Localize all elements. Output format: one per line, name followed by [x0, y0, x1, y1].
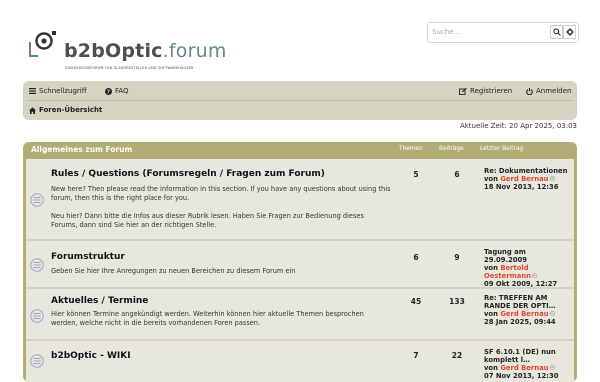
- forum-topics: 6: [413, 253, 419, 262]
- login-link[interactable]: Anmelden: [526, 85, 571, 97]
- last-post: Re: TREFFEN AM RANDE DER OPTI… von Gerd …: [484, 294, 570, 326]
- forum-row: Aktuelles / Termine Hier können Termine …: [26, 289, 574, 339]
- forum-posts: 22: [451, 351, 463, 360]
- navbar: Schnellzugriff ? FAQ Registrieren Anmeld…: [23, 81, 577, 120]
- last-post-title-line2[interactable]: komplett l…: [484, 356, 570, 364]
- menu-icon: [29, 88, 36, 94]
- breadcrumb[interactable]: Foren-Übersicht: [29, 104, 102, 116]
- forum-description: New here? Then please read the informati…: [51, 185, 391, 229]
- external-link-icon[interactable]: [549, 310, 555, 318]
- last-post-by: von: [484, 310, 498, 318]
- advanced-search-button[interactable]: [563, 25, 576, 39]
- last-post: SF 6.10.1 (DE) nun komplett l… von Gerd …: [484, 348, 570, 380]
- external-link-icon[interactable]: [549, 364, 555, 372]
- external-link-icon[interactable]: [531, 272, 538, 280]
- search-input[interactable]: [430, 25, 546, 39]
- last-post-author[interactable]: Gerd Bernau: [500, 175, 548, 183]
- forum-posts: 9: [454, 253, 460, 262]
- forum-title[interactable]: Aktuelles / Termine: [51, 296, 148, 306]
- quicklinks-label: Schnellzugriff: [39, 87, 87, 95]
- forum-title[interactable]: Forumstruktur: [51, 252, 125, 262]
- forum-topics: 7: [413, 351, 419, 360]
- last-post-title[interactable]: Re: TREFFEN AM: [484, 294, 570, 302]
- forum-title[interactable]: Rules / Questions (Forumsregeln / Fragen…: [51, 169, 325, 179]
- question-icon: ?: [105, 87, 112, 95]
- last-post: Tagung am 29.09.2009 von Bertold Oesterm…: [484, 248, 570, 288]
- col-topics: Themen: [399, 146, 423, 152]
- forum-topics: 5: [413, 170, 419, 179]
- faq-label: FAQ: [115, 87, 129, 95]
- login-label: Anmelden: [536, 87, 572, 95]
- quicklinks-menu[interactable]: Schnellzugriff: [29, 85, 87, 97]
- forum-row: b2bOptic - WIKI 7 22 SF 6.10.1 (DE) nun …: [26, 341, 574, 382]
- logo-brand: b2bOptic: [64, 40, 163, 62]
- last-post-by: von: [484, 264, 498, 272]
- col-posts: Beiträge: [439, 146, 464, 152]
- forum-category: Allgemeines zum Forum Themen Beiträge Le…: [23, 142, 577, 382]
- forum-posts: 133: [449, 297, 465, 306]
- forum-read-icon[interactable]: [30, 192, 44, 211]
- last-post-by: von: [484, 364, 498, 372]
- forum-row: Rules / Questions (Forumsregeln / Fragen…: [26, 159, 574, 239]
- forum-read-icon[interactable]: [30, 257, 44, 276]
- svg-text:?: ?: [107, 89, 110, 94]
- category-header: Allgemeines zum Forum Themen Beiträge Le…: [23, 142, 577, 158]
- navbar-divider: [28, 100, 572, 101]
- breadcrumb-home: Foren-Übersicht: [39, 106, 103, 114]
- last-post-title[interactable]: Tagung am 29.09.2009: [484, 248, 570, 264]
- external-link-icon[interactable]: [549, 175, 555, 183]
- gear-icon: [566, 28, 574, 36]
- category-title[interactable]: Allgemeines zum Forum: [31, 145, 132, 154]
- forum-description: Hier können Termine angekündigt werden. …: [51, 310, 364, 327]
- site-logo[interactable]: b2bOptic.forum DISKUSSIONSFORUM FÜR GLAS…: [26, 28, 326, 78]
- forum-title[interactable]: b2bOptic - WIKI: [51, 351, 131, 361]
- last-post-title[interactable]: Re: Dokumentationen: [484, 167, 570, 175]
- last-post-author[interactable]: Gerd Bernau: [500, 364, 548, 372]
- faq-link[interactable]: ? FAQ: [105, 85, 129, 97]
- forum-read-icon[interactable]: [30, 353, 44, 372]
- col-last-post: Letzter Beitrag: [480, 146, 524, 152]
- last-post-date: 07 Nov 2013, 12:30: [484, 372, 559, 380]
- logo-tagline: DISKUSSIONSFORUM FÜR GLASHERSTELLER UND …: [65, 66, 194, 70]
- logo-forum: .forum: [162, 40, 227, 62]
- last-post-date: 18 Nov 2013, 12:36: [484, 183, 559, 191]
- forum-description: Geben Sie hier Ihre Anregungen zu neuen …: [51, 267, 296, 275]
- register-link[interactable]: Registrieren: [459, 85, 512, 97]
- forum-row: Forumstruktur Geben Sie hier Ihre Anregu…: [26, 241, 574, 288]
- forum-posts: 6: [454, 170, 460, 179]
- last-post-title-line2[interactable]: RANDE DER OPTI…: [484, 302, 570, 310]
- register-label: Registrieren: [470, 87, 513, 95]
- last-post-author-line2[interactable]: Oestermann: [484, 272, 531, 280]
- camera-lens-icon: [29, 31, 56, 57]
- last-post-author[interactable]: Gerd Bernau: [500, 310, 548, 318]
- search-icon: [553, 28, 561, 36]
- power-icon: [526, 87, 533, 95]
- search-box: [427, 22, 579, 43]
- search-button[interactable]: [550, 25, 563, 39]
- home-icon: [29, 106, 36, 114]
- last-post-author[interactable]: Bertold: [500, 264, 528, 272]
- last-post: Re: Dokumentationen von Gerd Bernau 18 N…: [484, 167, 570, 191]
- forum-topics: 45: [410, 297, 422, 306]
- current-time: Aktuelle Zeit: 20 Apr 2025, 03:03: [459, 122, 577, 130]
- last-post-date: 28 Jan 2025, 09:44: [484, 318, 556, 326]
- edit-icon: [459, 87, 467, 95]
- last-post-by: von: [484, 175, 498, 183]
- last-post-title[interactable]: SF 6.10.1 (DE) nun: [484, 348, 570, 356]
- forum-read-icon[interactable]: [30, 308, 44, 327]
